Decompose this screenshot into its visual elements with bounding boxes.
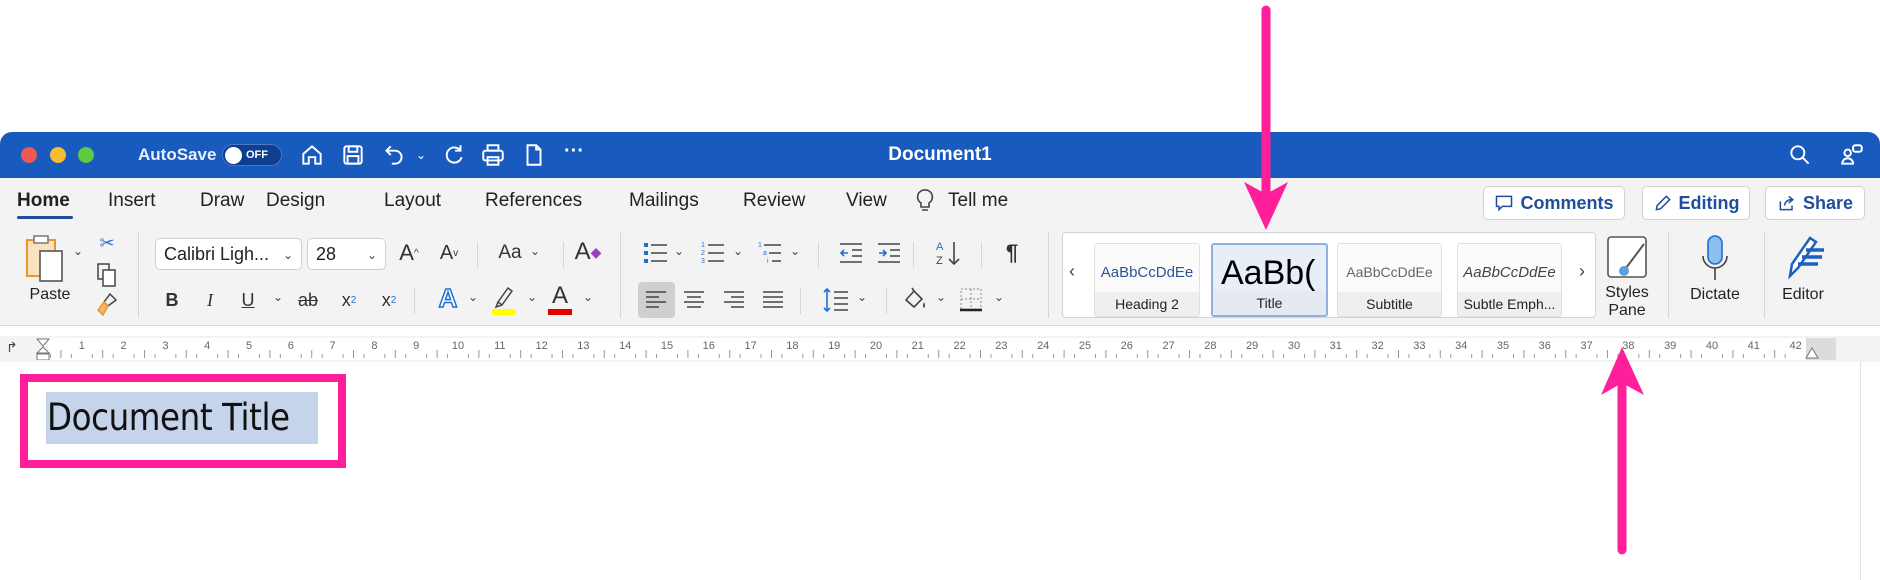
arrow-to-title-style [1244, 5, 1288, 230]
arrow-to-styles-pane [1601, 347, 1644, 555]
arrow-annotations [1244, 5, 1644, 555]
